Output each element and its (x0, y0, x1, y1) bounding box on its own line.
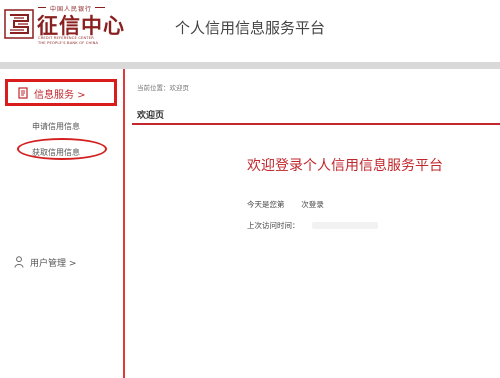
login-count-prefix: 今天是您第 (247, 200, 285, 209)
last-visit-label: 上次访问时间： (247, 221, 300, 230)
logo-english-line-2: THE PEOPLE'S BANK OF CHINA (38, 41, 99, 45)
logo-divider-right (95, 7, 105, 8)
last-visit-value-redacted (312, 222, 378, 229)
sidebar: 信息服务 > 申请信用信息 获取信用信息 用户管理 > (0, 69, 125, 378)
sidebar-item-info-service[interactable]: 信息服务 > (5, 79, 117, 106)
highlight-annotation-oval (17, 138, 107, 160)
page-header: 欢迎页 (132, 105, 500, 125)
login-count-line: 今天是您第 次登录 (247, 199, 324, 210)
sidebar-item-info-service-label: 信息服务 > (34, 90, 86, 101)
platform-title: 个人信用信息服务平台 (175, 19, 326, 37)
welcome-heading: 欢迎登录个人信用信息服务平台 (247, 158, 443, 174)
login-count-suffix: 次登录 (301, 200, 324, 209)
sidebar-item-user-management-label: 用户管理 > (30, 259, 77, 269)
document-icon (18, 87, 28, 99)
page-title: 欢迎页 (137, 111, 165, 121)
breadcrumb: 当前位置：欢迎页 (137, 84, 189, 92)
logo-english-line-1: CREDIT REFERENCE CENTER (38, 36, 94, 40)
user-icon (14, 256, 24, 268)
credit-center-seal-icon (4, 9, 34, 39)
app-header: 中国人民银行 征信中心 CREDIT REFERENCE CENTER THE … (0, 0, 500, 62)
sidebar-subitem-apply-credit-info[interactable]: 申请信用信息 (32, 121, 80, 132)
header-divider-bar (0, 62, 500, 69)
logo-divider-left (38, 7, 46, 8)
